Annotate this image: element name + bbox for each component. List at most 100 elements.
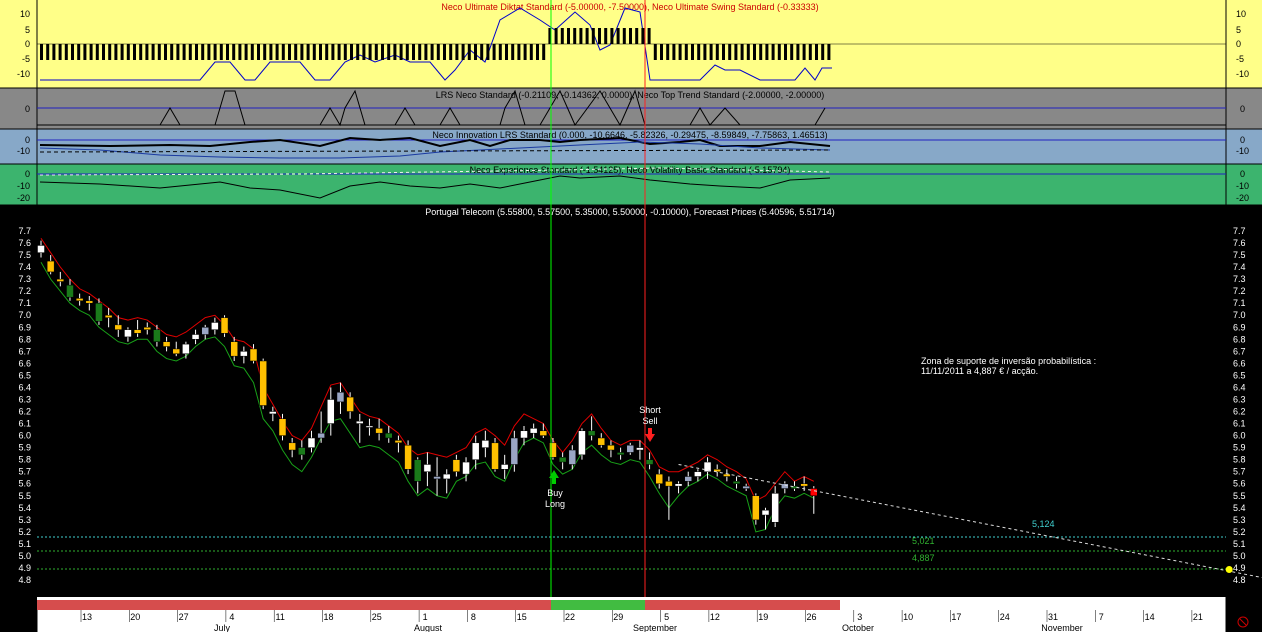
x-day-label: 5 (664, 612, 669, 622)
candle-body (674, 483, 683, 487)
price-tick-left: 5.5 (18, 491, 31, 501)
diktat-bar (697, 44, 701, 60)
x-day-label: 29 (613, 612, 623, 622)
diktat-bar (436, 44, 440, 60)
candle-body (288, 442, 296, 451)
price-tick-right: 7.5 (1233, 250, 1246, 260)
x-day-label: 10 (903, 612, 913, 622)
diktat-bar (480, 44, 484, 60)
x-day-label: 13 (82, 612, 92, 622)
short-label: Short (639, 405, 661, 415)
diktat-bar (777, 44, 781, 60)
diktat-bar (164, 44, 167, 60)
diktat-bar (722, 44, 725, 60)
price-tick-left: 4.9 (18, 563, 31, 573)
diktat-bar (684, 44, 688, 60)
diktat-bar (71, 44, 74, 60)
price-tick-left: 6.0 (18, 431, 31, 441)
price-tick-right: 5.6 (1233, 479, 1246, 489)
candle-body (626, 444, 635, 453)
forecast-point (1225, 566, 1233, 574)
diktat-bar (77, 44, 81, 60)
candle-body (162, 341, 171, 347)
diktat-bar (331, 44, 335, 60)
diktat-bar (170, 44, 174, 60)
panel-innovation-title: Neco Innovation LRS Standard (0.000, -10… (432, 130, 827, 140)
tick-label: 0 (1240, 104, 1245, 114)
price-tick-left: 5.4 (18, 503, 31, 513)
price-tick-right: 7.0 (1233, 310, 1246, 320)
price-tick-right: 5.5 (1233, 491, 1246, 501)
price-tick-left: 7.1 (18, 298, 31, 308)
buy-label: Buy (547, 488, 563, 498)
diktat-bar (523, 44, 527, 60)
stock-chart: Neco Ultimate Diktat Standard (-5.00000,… (0, 0, 1262, 632)
price-tick-left: 7.4 (18, 262, 31, 272)
diktat-bar (790, 44, 794, 60)
candle-body (211, 322, 219, 330)
diktat-bar (802, 44, 806, 60)
support-label-4887: 4,887 (912, 553, 935, 563)
candle-body (742, 485, 750, 489)
diktat-bar (666, 44, 670, 60)
diktat-bar (486, 44, 490, 60)
x-month-label: October (842, 623, 874, 632)
diktat-bar (306, 44, 310, 60)
price-tick-right: 6.3 (1233, 394, 1246, 404)
candle-body (75, 298, 84, 302)
diktat-bar (319, 44, 322, 60)
diktat-bar (139, 44, 143, 60)
candle-body (394, 440, 403, 444)
price-tick-left: 5.2 (18, 527, 31, 537)
price-tick-right: 5.2 (1233, 527, 1246, 537)
tick-label: 0 (1240, 169, 1245, 179)
price-tick-left: 6.7 (18, 346, 31, 356)
candle-body (104, 314, 113, 318)
price-tick-right: 6.1 (1233, 419, 1246, 429)
candle-body (752, 495, 760, 521)
candle-body (191, 334, 200, 340)
diktat-bar (294, 44, 298, 60)
x-day-label: 14 (1145, 612, 1155, 622)
diktat-bar (226, 44, 229, 60)
candle-body (46, 260, 55, 273)
candle-body (616, 452, 625, 456)
diktat-bar (579, 28, 583, 44)
x-day-label: 20 (130, 612, 140, 622)
price-tick-left: 6.2 (18, 407, 31, 417)
annotation-line-2: 11/11/2011 a 4,887 € / acção. (921, 366, 1038, 376)
x-day-label: 26 (806, 612, 816, 622)
diktat-bar (232, 44, 236, 60)
price-tick-right: 7.1 (1233, 298, 1246, 308)
diktat-bar (517, 44, 521, 60)
tick-label: -10 (1236, 146, 1249, 156)
candle-body (771, 493, 779, 523)
price-tick-left: 6.9 (18, 322, 31, 332)
candle-body (529, 428, 538, 434)
x-month-label: July (214, 623, 231, 632)
candle (752, 493, 760, 525)
diktat-bar (443, 44, 446, 60)
diktat-bar (827, 44, 831, 60)
x-month-label: August (414, 623, 443, 632)
candle-body (317, 432, 325, 439)
sell-label: Sell (642, 416, 657, 426)
candle-body (56, 278, 65, 282)
tick-label: 0 (25, 169, 30, 179)
candle-body (607, 444, 615, 451)
price-tick-right: 7.4 (1233, 262, 1246, 272)
diktat-bar (201, 44, 205, 60)
price-tick-left: 7.6 (18, 238, 31, 248)
price-tick-right: 4.8 (1233, 575, 1246, 585)
diktat-bar (133, 44, 136, 60)
candle-body (240, 351, 248, 357)
diktat-bar (629, 28, 632, 44)
diktat-bar (40, 44, 43, 60)
candle-body (558, 456, 567, 463)
price-tick-right: 5.4 (1233, 503, 1246, 513)
price-tick-right: 6.4 (1233, 382, 1246, 392)
diktat-bar (213, 44, 217, 60)
diktat-bar (244, 44, 248, 60)
diktat-bar (505, 44, 508, 60)
candle-body (182, 343, 190, 355)
